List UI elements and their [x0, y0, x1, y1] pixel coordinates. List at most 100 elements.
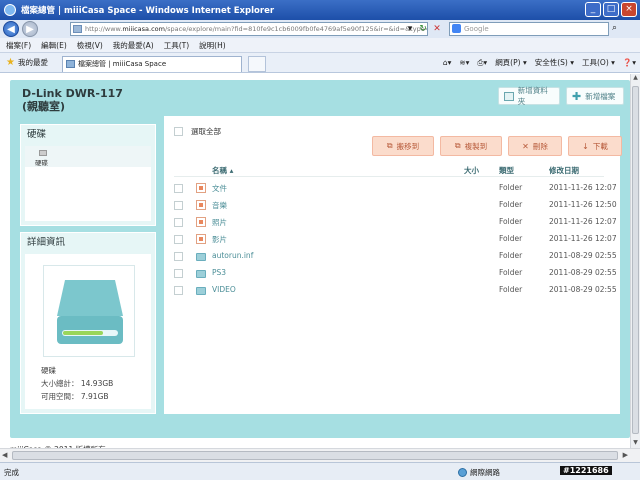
- disk-item[interactable]: 硬碟: [25, 146, 151, 167]
- file-row[interactable]: autorun.inf Folder 2011-08-29 02:55: [174, 248, 617, 265]
- scroll-left-icon[interactable]: ◀: [2, 451, 7, 459]
- move-icon: ⧉: [386, 141, 393, 150]
- security-zone: 網際網路: [458, 467, 500, 478]
- horizontal-scrollbar[interactable]: ◀ ▶: [0, 448, 640, 462]
- menu-favorites[interactable]: 我的最愛(A): [113, 40, 154, 51]
- menu-view[interactable]: 檢視(V): [77, 40, 103, 51]
- home-icon[interactable]: ⌂▾: [443, 58, 452, 67]
- file-name-link[interactable]: 音樂: [212, 200, 227, 211]
- select-all[interactable]: 選取全部: [174, 126, 221, 137]
- download-label: 下載: [592, 141, 608, 151]
- info-total-size: 大小總計： 14.93GB: [41, 379, 114, 388]
- favorites-bar: ★ 我的最愛 檔案總管 | miiiCasa Space ⌂▾ ≋▾ ⎙▾ 網頁…: [0, 53, 640, 73]
- file-checkbox[interactable]: [174, 201, 183, 210]
- column-type[interactable]: 類型: [499, 165, 514, 176]
- maximize-button[interactable]: □: [603, 2, 619, 17]
- file-checkbox[interactable]: [174, 184, 183, 193]
- file-row[interactable]: 影片 Folder 2011-11-26 12:07: [174, 231, 617, 248]
- copy-to-button[interactable]: ⧉ 複製到: [440, 136, 502, 156]
- new-file-label: 新增檔案: [585, 91, 616, 101]
- url-input[interactable]: http://www.miiicasa.com/space/explore/ma…: [70, 22, 428, 36]
- hard-drive-icon: [39, 150, 47, 156]
- scroll-down-icon[interactable]: ▼: [631, 439, 640, 448]
- status-text: 完成: [4, 468, 19, 477]
- hscroll-thumb[interactable]: [12, 451, 618, 460]
- url-prefix: http://www.: [85, 25, 123, 33]
- file-pane: 選取全部 ⧉ 搬移到 ⧉ 複製到 ✕ 刪除 ↓ 下載 名稱 ▴ 大小 類型 修改…: [164, 116, 622, 414]
- command-bar: ⌂▾ ≋▾ ⎙▾ 網頁(P) ▾ 安全性(S) ▾ 工具(O) ▾ ❓▾: [443, 57, 636, 68]
- copy-label: 複製到: [464, 141, 488, 151]
- file-row[interactable]: VIDEO Folder 2011-08-29 02:55: [174, 282, 617, 299]
- new-folder-button[interactable]: 新增資料夾: [498, 86, 560, 106]
- file-checkbox[interactable]: [174, 269, 183, 278]
- feeds-icon[interactable]: ≋▾: [459, 58, 469, 67]
- menu-file[interactable]: 檔案(F): [6, 40, 31, 51]
- menu-tools[interactable]: 工具(T): [164, 40, 189, 51]
- page-menu[interactable]: 網頁(P) ▾: [495, 57, 527, 68]
- column-name[interactable]: 名稱 ▴: [212, 165, 233, 176]
- star-icon: ★: [6, 57, 15, 68]
- file-row[interactable]: 照片 Folder 2011-11-26 12:07: [174, 214, 617, 231]
- disk-panel-title: 硬碟: [27, 129, 47, 140]
- vertical-scrollbar[interactable]: ▲ ▼: [630, 74, 640, 448]
- scroll-right-icon[interactable]: ▶: [623, 451, 628, 459]
- move-to-button[interactable]: ⧉ 搬移到: [372, 136, 434, 156]
- menu-edit[interactable]: 編輯(E): [41, 40, 67, 51]
- delete-button[interactable]: ✕ 刪除: [508, 136, 562, 156]
- menu-help[interactable]: 說明(H): [199, 40, 226, 51]
- file-checkbox[interactable]: [174, 235, 183, 244]
- column-size[interactable]: 大小: [464, 165, 479, 176]
- select-all-checkbox[interactable]: [174, 127, 183, 136]
- google-icon: [452, 24, 461, 33]
- search-icon[interactable]: ⌕: [612, 23, 617, 33]
- download-button[interactable]: ↓ 下載: [568, 136, 622, 156]
- file-checkbox[interactable]: [174, 286, 183, 295]
- app-folder-icon: [196, 183, 206, 193]
- disk-item-label: 硬碟: [35, 159, 48, 167]
- file-name-link[interactable]: autorun.inf: [212, 251, 253, 260]
- print-icon[interactable]: ⎙▾: [477, 58, 487, 68]
- refresh-icon[interactable]: ↻: [417, 23, 429, 35]
- copy-icon: ⧉: [454, 141, 461, 150]
- file-checkbox[interactable]: [174, 218, 183, 227]
- url-rest: /space/explore/main?fid=810fe9c1cb6009fb…: [164, 25, 428, 33]
- file-row[interactable]: 音樂 Folder 2011-11-26 12:50: [174, 197, 617, 214]
- back-button[interactable]: ◀: [3, 21, 19, 37]
- file-name-link[interactable]: PS3: [212, 268, 226, 277]
- file-row[interactable]: 文件 Folder 2011-11-26 12:07: [174, 180, 617, 197]
- forward-button[interactable]: ▶: [22, 21, 38, 37]
- file-checkbox[interactable]: [174, 252, 183, 261]
- scroll-thumb[interactable]: [632, 86, 639, 434]
- stop-icon[interactable]: ✕: [431, 23, 443, 35]
- column-date[interactable]: 修改日期: [549, 165, 579, 176]
- tab-title: 檔案總管 | miiiCasa Space: [78, 60, 167, 68]
- menu-bar: 檔案(F) 編輯(E) 檢視(V) 我的最愛(A) 工具(T) 說明(H): [0, 38, 640, 53]
- scroll-up-icon[interactable]: ▲: [631, 74, 640, 83]
- safety-menu[interactable]: 安全性(S) ▾: [535, 57, 574, 68]
- minimize-button[interactable]: _: [585, 2, 601, 17]
- device-subtitle: (親聽室): [22, 100, 66, 113]
- file-date: 2011-11-26 12:07: [549, 183, 617, 192]
- file-type: Folder: [499, 183, 523, 192]
- close-button[interactable]: ×: [621, 2, 637, 17]
- new-file-button[interactable]: ✚ 新增檔案: [566, 87, 624, 105]
- file-date: 2011-08-29 02:55: [549, 285, 617, 294]
- dropdown-arrow-icon[interactable]: ▾: [404, 23, 416, 35]
- tools-menu[interactable]: 工具(O) ▾: [582, 57, 615, 68]
- help-menu[interactable]: ❓▾: [623, 58, 636, 67]
- file-row[interactable]: PS3 Folder 2011-08-29 02:55: [174, 265, 617, 282]
- file-name-link[interactable]: 影片: [212, 234, 227, 245]
- favorites-button[interactable]: ★ 我的最愛: [6, 57, 48, 68]
- tab-current[interactable]: 檔案總管 | miiiCasa Space: [62, 56, 242, 72]
- info-panel-title: 詳細資訊: [27, 237, 66, 248]
- new-tab-button[interactable]: [248, 56, 266, 72]
- folder-icon: [504, 91, 514, 101]
- window-titlebar: 檔案總管 | miiiCasa Space - Windows Internet…: [0, 0, 640, 20]
- file-name-link[interactable]: 照片: [212, 217, 227, 228]
- file-name-link[interactable]: VIDEO: [212, 285, 236, 294]
- file-name-link[interactable]: 文件: [212, 183, 227, 194]
- search-input[interactable]: Google: [449, 22, 609, 36]
- disk-info: 硬碟 大小總計： 14.93GB 可用空間： 7.91GB: [41, 364, 113, 403]
- search-placeholder: Google: [464, 25, 489, 33]
- select-all-label: 選取全部: [191, 127, 221, 136]
